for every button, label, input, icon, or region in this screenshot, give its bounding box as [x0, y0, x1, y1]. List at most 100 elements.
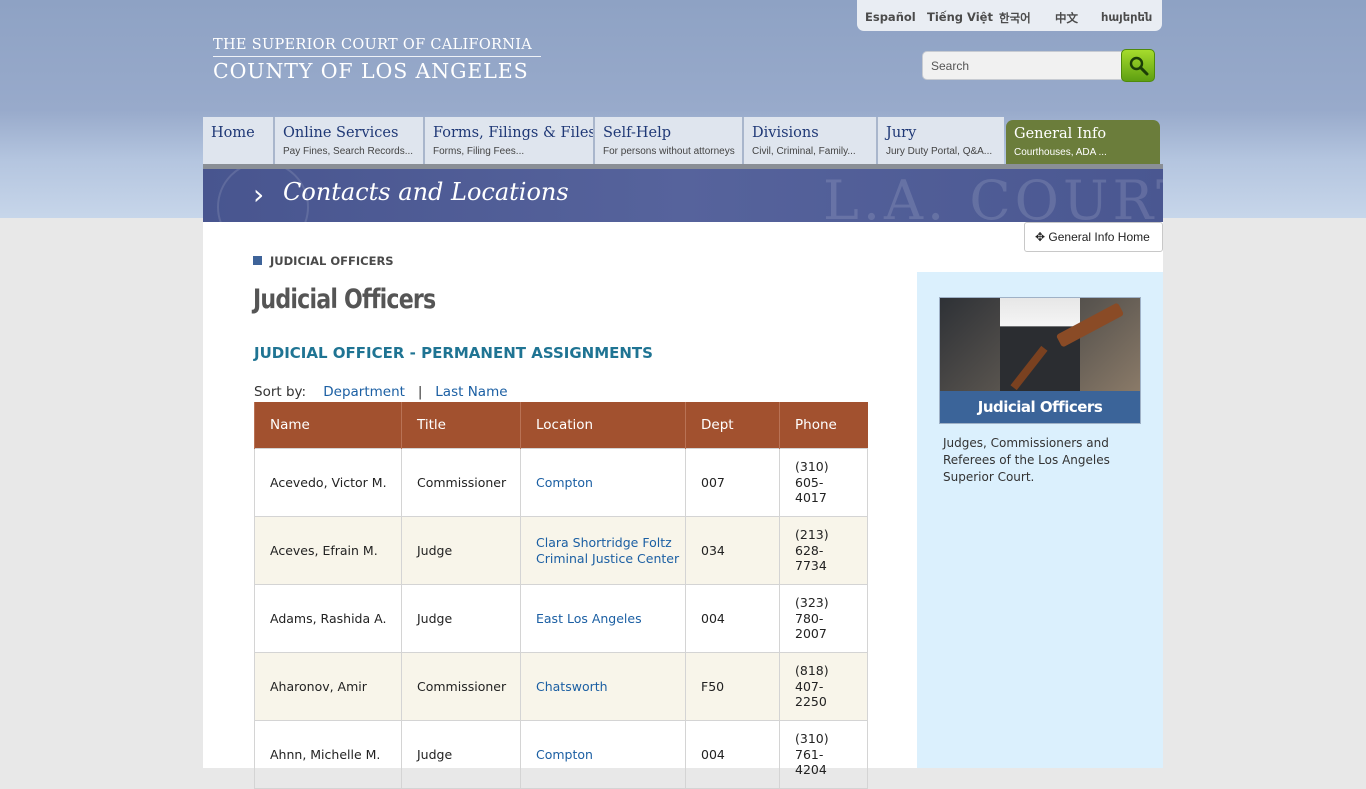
nav-self-help-title: Self-Help: [603, 125, 672, 141]
column-header-location: Location: [520, 402, 686, 449]
sort-label: Sort by:: [254, 384, 307, 400]
officer-name: Aceves, Efrain M.: [254, 516, 402, 585]
search-icon: [1129, 56, 1149, 76]
officer-location-cell: Chatsworth: [520, 652, 686, 721]
officer-title: Judge: [401, 584, 521, 653]
breadcrumb-square-icon: [253, 256, 262, 265]
location-link[interactable]: Chatsworth: [536, 679, 608, 694]
general-info-home-button[interactable]: ✥ General Info Home: [1024, 222, 1163, 252]
nav-divisions[interactable]: Divisions Civil, Criminal, Family...: [744, 117, 876, 164]
officer-location-cell: Clara Shortridge Foltz Criminal Justice …: [520, 516, 686, 585]
phone-line: 4204: [795, 762, 827, 778]
phone-line: 4017: [795, 490, 827, 506]
language-link-korean[interactable]: 한국어: [999, 10, 1031, 26]
phone-area: (310): [795, 459, 829, 475]
officer-dept: 034: [685, 516, 780, 585]
officer-name: Acevedo, Victor M.: [254, 448, 402, 517]
officer-title: Commissioner: [401, 448, 521, 517]
section-title: JUDICIAL OFFICER - PERMANENT ASSIGNMENTS: [254, 344, 653, 362]
sort-by-last-name-link[interactable]: Last Name: [435, 384, 507, 400]
language-link-armenian[interactable]: հայերեն: [1101, 10, 1152, 24]
officer-location-cell: Compton: [520, 720, 686, 789]
nav-general-info[interactable]: General Info Courthouses, ADA ...: [1006, 120, 1160, 164]
sort-separator: |: [417, 384, 423, 400]
main-nav: Home Online Services Pay Fines, Search R…: [203, 117, 1163, 164]
nav-forms-filings-title: Forms, Filings & Files: [433, 125, 593, 141]
table-header-row: Name Title Location Dept Phone: [254, 402, 868, 449]
search-input[interactable]: Search: [922, 51, 1122, 80]
officer-title: Judge: [401, 516, 521, 585]
location-link[interactable]: Compton: [536, 475, 593, 490]
breadcrumb: JUDICIAL OFFICERS: [253, 254, 394, 268]
nav-divisions-title: Divisions: [752, 125, 819, 141]
search-placeholder: Search: [931, 59, 970, 73]
nav-forms-filings[interactable]: Forms, Filings & Files Forms, Filing Fee…: [425, 117, 593, 164]
nav-home[interactable]: Home: [203, 117, 273, 164]
judge-gavel-image: [940, 298, 1140, 391]
logo-line-2: COUNTY OF LOS ANGELES: [213, 59, 529, 83]
phone-area: (323): [795, 595, 829, 611]
chevron-right-icon: ›: [253, 178, 265, 211]
phone-prefix: 780-: [795, 610, 824, 626]
nav-divisions-sub: Civil, Criminal, Family...: [752, 146, 856, 157]
phone-area: (818): [795, 663, 829, 679]
phone-prefix: 407-: [795, 678, 824, 694]
officer-location-cell: Compton: [520, 448, 686, 517]
table-row: Adams, Rashida A. Judge East Los Angeles…: [254, 584, 868, 653]
officer-location-cell: East Los Angeles: [520, 584, 686, 653]
phone-prefix: 761-: [795, 746, 824, 762]
nav-jury-title: Jury: [886, 125, 917, 141]
page-title: Judicial Officers: [253, 284, 436, 315]
table-row: Acevedo, Victor M. Commissioner Compton …: [254, 448, 868, 517]
column-header-phone: Phone: [779, 402, 868, 449]
breadcrumb-label: JUDICIAL OFFICERS: [270, 254, 394, 268]
nav-online-services[interactable]: Online Services Pay Fines, Search Record…: [275, 117, 423, 164]
column-header-dept: Dept: [685, 402, 780, 449]
location-link[interactable]: Clara Shortridge Foltz Criminal Justice …: [536, 535, 679, 566]
nav-general-info-sub: Courthouses, ADA ...: [1014, 147, 1107, 158]
officer-title: Commissioner: [401, 652, 521, 721]
judicial-officers-card[interactable]: Judicial Officers: [939, 297, 1141, 424]
officer-phone: (310) 761- 4204: [779, 720, 868, 789]
general-info-home-label: General Info Home: [1048, 230, 1150, 244]
table-row: Aceves, Efrain M. Judge Clara Shortridge…: [254, 516, 868, 585]
logo-line-1: THE SUPERIOR COURT OF CALIFORNIA: [213, 37, 533, 53]
officer-dept: F50: [685, 652, 780, 721]
nav-self-help[interactable]: Self-Help For persons without attorneys: [595, 117, 742, 164]
nav-forms-filings-sub: Forms, Filing Fees...: [433, 146, 525, 157]
officer-name: Aharonov, Amir: [254, 652, 402, 721]
location-link[interactable]: East Los Angeles: [536, 611, 642, 626]
phone-line: 7734: [795, 558, 827, 574]
table-row: Ahnn, Michelle M. Judge Compton 004 (310…: [254, 720, 868, 789]
sidebar-description: Judges, Commissioners and Referees of th…: [943, 436, 1110, 484]
sort-by-department-link[interactable]: Department: [323, 384, 405, 400]
phone-line: 2007: [795, 626, 827, 642]
language-link-vietnamese[interactable]: Tiếng Việt: [927, 10, 993, 24]
officer-phone: (310) 605- 4017: [779, 448, 868, 517]
move-icon: ✥: [1035, 230, 1046, 244]
phone-line: 2250: [795, 694, 827, 710]
location-link[interactable]: Compton: [536, 747, 593, 762]
column-header-title: Title: [401, 402, 521, 449]
language-bar: Español Tiếng Việt 한국어 中文 հայերեն: [857, 0, 1162, 31]
banner-title: Contacts and Locations: [283, 178, 569, 206]
banner-watermark: L.A. COURT: [823, 169, 1163, 222]
language-link-chinese[interactable]: 中文: [1055, 10, 1078, 26]
court-logo[interactable]: THE SUPERIOR COURT OF CALIFORNIA COUNTY …: [213, 36, 541, 83]
search-button[interactable]: [1121, 49, 1155, 82]
sort-controls: Sort by: Department | Last Name: [254, 384, 508, 400]
phone-area: (213): [795, 527, 829, 543]
section-banner: L.A. COURT › Contacts and Locations: [203, 169, 1163, 222]
logo-rule: [213, 56, 541, 57]
nav-jury-sub: Jury Duty Portal, Q&A...: [886, 146, 993, 157]
nav-jury[interactable]: Jury Jury Duty Portal, Q&A...: [878, 117, 1004, 164]
nav-general-info-title: General Info: [1014, 126, 1107, 142]
officers-table: Name Title Location Dept Phone Acevedo, …: [254, 402, 868, 789]
officer-name: Adams, Rashida A.: [254, 584, 402, 653]
phone-prefix: 605-: [795, 474, 824, 490]
officer-phone: (213) 628- 7734: [779, 516, 868, 585]
language-link-spanish[interactable]: Español: [865, 10, 916, 24]
table-row: Aharonov, Amir Commissioner Chatsworth F…: [254, 652, 868, 721]
phone-prefix: 628-: [795, 542, 824, 558]
main-content: ✥ General Info Home JUDICIAL OFFICERS Ju…: [203, 222, 1163, 789]
